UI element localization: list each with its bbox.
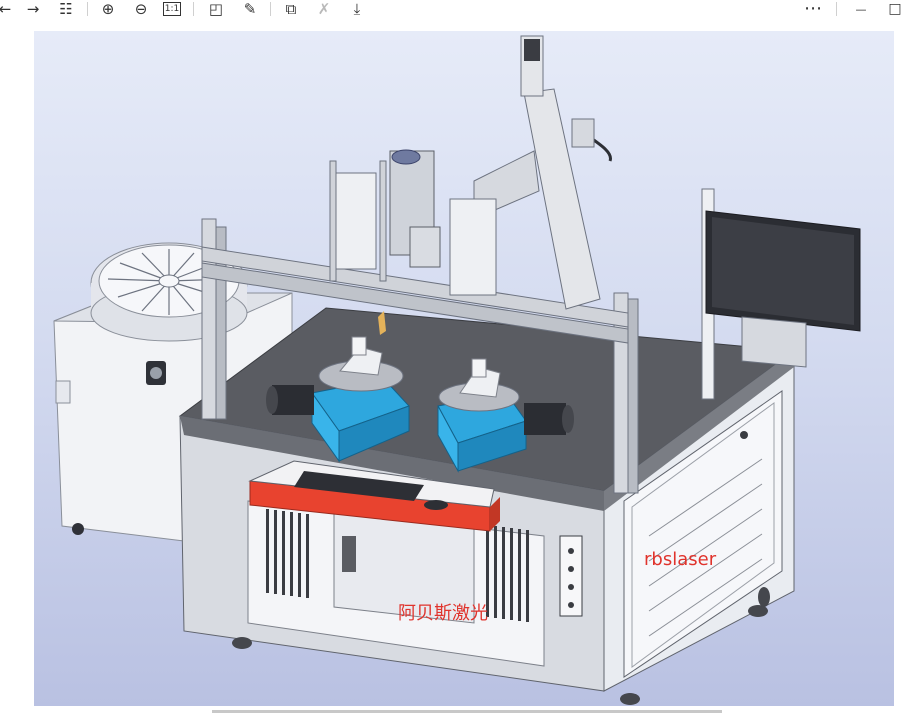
- edit-icon[interactable]: ✎: [239, 0, 261, 18]
- image-viewer-toolbar: ← → ☷ ⊕ ⊖ 1:1 ◰ ✎ ⧉ ✗ ⤓ ⋯ — □: [0, 0, 921, 22]
- brand-watermark: rbslaser: [644, 549, 717, 570]
- grid-view-icon[interactable]: ☷: [55, 0, 77, 18]
- actual-size-icon[interactable]: 1:1: [163, 2, 181, 16]
- maximize-icon[interactable]: □: [884, 0, 906, 18]
- image-canvas: rbslaser 阿贝斯激光: [34, 31, 894, 706]
- zoom-out-icon[interactable]: ⊖: [130, 0, 152, 18]
- rotate-icon[interactable]: ◰: [205, 0, 227, 18]
- download-icon[interactable]: ⤓: [346, 0, 368, 18]
- crop-icon[interactable]: ⧉: [280, 0, 302, 18]
- back-icon[interactable]: ←: [0, 0, 16, 18]
- forward-icon[interactable]: →: [22, 0, 44, 18]
- toolbar-divider: [87, 2, 88, 16]
- minimize-icon[interactable]: —: [850, 0, 872, 18]
- zoom-in-icon[interactable]: ⊕: [97, 0, 119, 18]
- toolbar-divider: [193, 2, 194, 16]
- toolbar-divider: [836, 2, 837, 16]
- toolbar-divider: [270, 2, 271, 16]
- more-icon[interactable]: ⋯: [802, 0, 824, 18]
- company-watermark: 阿贝斯激光: [398, 603, 488, 624]
- transform-icon: ✗: [317, 0, 331, 18]
